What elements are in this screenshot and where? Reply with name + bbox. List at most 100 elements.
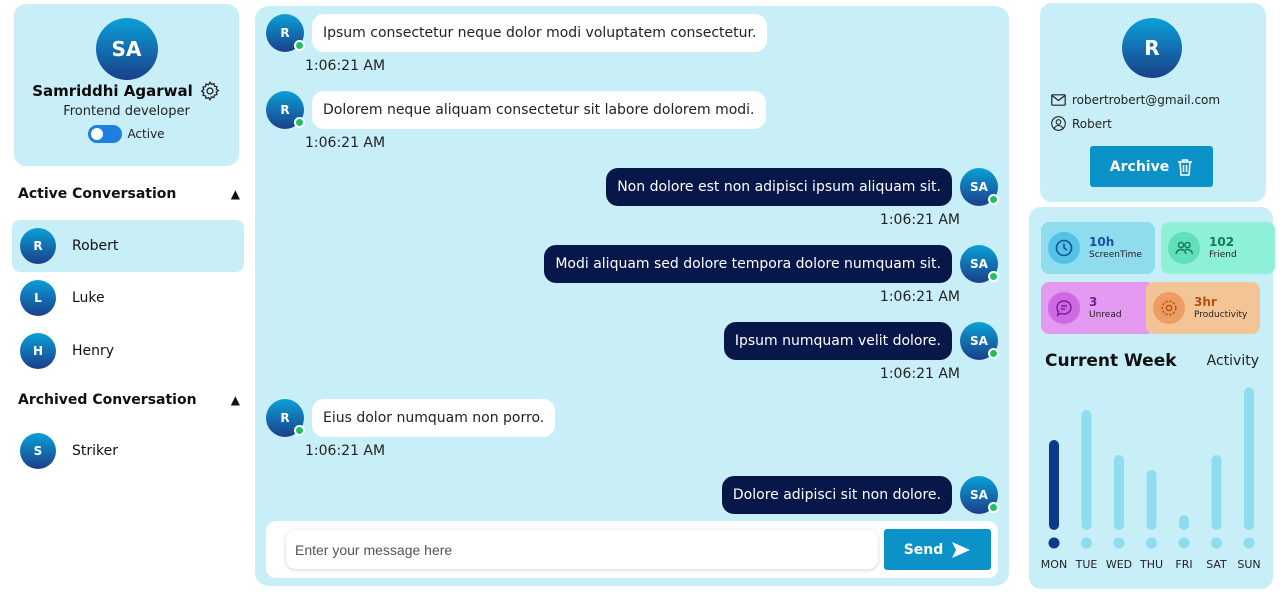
contact-card: R robertrobert@gmail.com Robert Archive [1040,3,1266,202]
archive-button[interactable]: Archive [1090,146,1213,187]
chat-panel: R Ipsum consectetur neque dolor modi vol… [255,6,1009,586]
send-button[interactable]: Send [884,529,991,570]
avatar: R [266,14,305,52]
day-dot-mon [1048,537,1060,549]
stat-label: ScreenTime [1089,249,1142,260]
message-time: 1:06:21 AM [305,135,386,151]
stat-label: Friend [1209,249,1237,260]
trash-icon [1178,158,1193,176]
day-dot-thu [1146,537,1157,549]
conversation-item-luke[interactable]: L Luke [12,272,244,324]
profile-role: Frontend developer [63,104,190,119]
online-status-dot [988,502,999,513]
message-time: 1:06:21 AM [879,366,960,382]
avatar: R [266,91,305,129]
message-row: R Eius dolor numquam non porro. [266,399,556,437]
stat-screentime: 10h ScreenTime [1041,222,1155,274]
avatar: R [20,228,56,264]
avatar: SA [960,476,999,514]
message-row: R Dolorem neque aliquam consectetur sit … [266,91,766,129]
message-bubble: Non dolore est non adipisci ipsum aliqua… [606,168,952,206]
stat-value: 3hr [1194,295,1217,310]
avatar: L [20,280,56,316]
contact-avatar: R [1122,18,1182,78]
message-time: 1:06:21 AM [305,443,386,459]
status-label: Active [127,127,165,141]
clock-icon [1048,232,1080,264]
day-dot-wed [1113,537,1125,549]
avatar: S [20,433,56,469]
stat-label: Unread [1089,309,1122,320]
day-label-wed: WED [1106,558,1132,571]
message-row: Non dolore est non adipisci ipsum aliqua… [606,168,999,206]
active-conversation-title: Active Conversation [18,186,177,202]
online-status-dot [294,117,305,128]
chat-bubble-icon [1048,292,1080,324]
status-toggle[interactable] [88,125,123,143]
conversation-name: Luke [72,290,105,306]
online-status-dot [988,348,999,359]
day-dot-fri [1178,537,1190,549]
profile-name: Samriddhi Agarwal [32,82,193,100]
avatar: SA [960,168,999,206]
chevron-up-icon[interactable]: ▲ [231,187,240,201]
message-row: Modi aliquam sed dolore tempora dolore n… [544,245,999,283]
message-bubble: Dolorem neque aliquam consectetur sit la… [312,91,766,129]
contact-username: Robert [1072,116,1112,131]
conversation-item-henry[interactable]: H Henry [12,325,244,377]
avatar: SA [960,322,999,360]
message-row: Ipsum numquam velit dolore. SA [723,322,999,360]
week-activity-label: Activity [1206,353,1259,369]
day-dot-tue [1081,537,1092,549]
gear-icon[interactable] [199,80,221,102]
conversation-item-striker[interactable]: S Striker [12,425,244,477]
message-bubble: Modi aliquam sed dolore tempora dolore n… [544,245,952,283]
message-time: 1:06:21 AM [305,58,386,74]
message-bubble: Ipsum consectetur neque dolor modi volup… [312,14,768,52]
profile-avatar: SA [95,18,158,80]
stat-unread: 3 Unread [1041,282,1155,334]
message-row: Dolore adipisci sit non dolore. SA [721,476,999,514]
stat-value: 3 [1089,295,1098,310]
week-title: Current Week [1045,351,1177,371]
active-conversation-header[interactable]: Active Conversation ▲ [18,186,240,202]
conversation-name: Robert [72,238,119,254]
mail-icon [1051,94,1066,106]
message-bubble: Ipsum numquam velit dolore. [723,322,952,360]
message-time: 1:06:21 AM [879,212,960,228]
stat-value: 10h [1089,235,1115,250]
archived-conversation-header[interactable]: Archived Conversation ▲ [18,392,240,408]
avatar: SA [960,245,999,283]
message-input[interactable] [286,530,878,569]
day-label-sun: SUN [1237,558,1260,571]
online-status-dot [294,40,305,51]
conversation-name: Striker [72,443,118,459]
day-dot-sat [1211,537,1222,549]
day-label-tue: TUE [1075,558,1098,571]
gear-badge-icon [1153,292,1185,324]
message-row: R Ipsum consectetur neque dolor modi vol… [266,14,768,52]
conversation-name: Henry [72,343,115,359]
stats-panel: 10h ScreenTime 102 Friend 3 Unread 3hr P… [1029,207,1275,589]
stat-productivity: 3hr Productivity [1146,282,1260,334]
app-root: SA Samriddhi Agarwal Frontend developer … [0,0,1280,593]
avatar: R [266,399,305,437]
online-status-dot [988,194,999,205]
weekly-activity-chart: MON TUE WED THU FRI SAT SUN [1041,387,1261,571]
message-bubble: Dolore adipisci sit non dolore. [721,476,952,514]
contact-email: robertrobert@gmail.com [1072,93,1221,107]
day-label-fri: FRI [1175,558,1192,571]
message-composer: Send [266,521,998,578]
day-dot-sun [1243,537,1255,549]
day-label-mon: MON [1041,558,1067,571]
avatar: H [20,333,56,369]
chevron-up-icon[interactable]: ▲ [231,393,240,407]
message-bubble: Eius dolor numquam non porro. [312,399,556,437]
online-status-dot [294,425,305,436]
online-status-dot [988,271,999,282]
archived-conversation-title: Archived Conversation [18,392,197,408]
day-label-thu: THU [1139,558,1163,571]
stat-label: Productivity [1194,309,1248,320]
conversation-item-robert[interactable]: R Robert [12,220,244,272]
user-circle-icon [1051,116,1066,131]
